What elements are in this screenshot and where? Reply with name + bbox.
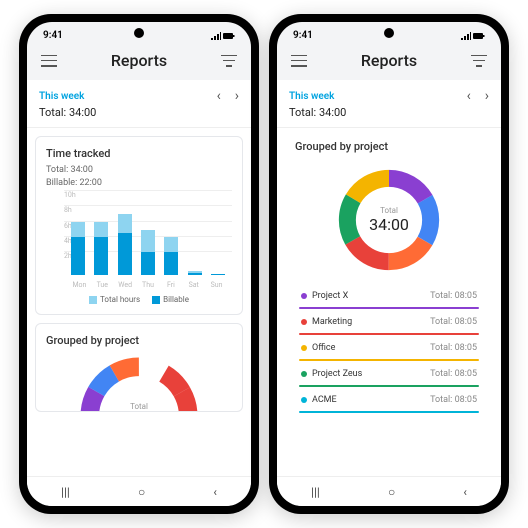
project-total: Total: 08:05: [430, 395, 477, 405]
project-row[interactable]: Office Total: 08:05: [299, 335, 479, 356]
time-tracked-card: Time tracked Total: 34:00 Billable: 22:0…: [35, 136, 243, 315]
app-header: Reports: [277, 43, 501, 80]
project-row[interactable]: Project Zeus Total: 08:05: [299, 361, 479, 382]
legend-billable: Billable: [152, 295, 189, 304]
prev-period-button[interactable]: ‹: [467, 88, 471, 104]
project-total: Total: 08:05: [430, 343, 477, 353]
half-donut: Total: [74, 351, 204, 411]
camera-dot: [384, 28, 394, 38]
battery-icon: [473, 32, 485, 40]
grouped-card-peek: Grouped by project Total: [35, 323, 243, 412]
x-labels: MonTueWedThuFriSatSun: [68, 281, 228, 289]
prev-period-button[interactable]: ‹: [217, 88, 221, 104]
donut-center: Total 34:00: [334, 165, 444, 275]
content-area: This week ‹ › Total: 34:00 Time tracked …: [27, 80, 251, 500]
half-donut-label: Total: [74, 402, 204, 411]
camera-dot: [134, 28, 144, 38]
project-name: Project Zeus: [312, 369, 362, 379]
donut-chart: Total 34:00: [334, 165, 444, 275]
menu-icon[interactable]: [41, 55, 57, 67]
project-dot: [301, 371, 307, 377]
project-underline: [299, 411, 479, 413]
legend-total: Total hours: [89, 295, 140, 304]
next-period-button[interactable]: ›: [235, 88, 239, 104]
project-list: Project X Total: 08:05 Marketing Total: …: [295, 283, 483, 413]
project-row[interactable]: Project X Total: 08:05: [299, 283, 479, 304]
signal-icon: [461, 32, 471, 40]
period-selector: This week ‹ ›: [27, 80, 251, 106]
project-total: Total: 08:05: [430, 369, 477, 379]
phone-left: 9:41 Reports This week ‹ › Total: 34:00 …: [19, 14, 259, 514]
project-row[interactable]: Marketing Total: 08:05: [299, 309, 479, 330]
nav-home[interactable]: ○: [138, 485, 145, 499]
project-name: ACME: [312, 395, 337, 405]
nav-recent[interactable]: |||: [311, 485, 320, 499]
card-title: Grouped by project: [295, 140, 483, 153]
phone-right: 9:41 Reports This week ‹ › Total: 34:00 …: [269, 14, 509, 514]
nav-home[interactable]: ○: [388, 485, 395, 499]
period-label[interactable]: This week: [39, 91, 84, 102]
project-name: Office: [312, 343, 335, 353]
chart-legend: Total hours Billable: [46, 295, 232, 304]
app-header: Reports: [27, 43, 251, 80]
android-navbar: ||| ○ ‹: [277, 476, 501, 506]
nav-recent[interactable]: |||: [61, 485, 70, 499]
status-icons: [461, 32, 485, 40]
grouped-card: Grouped by project Total: [285, 136, 493, 423]
status-time: 9:41: [293, 30, 313, 41]
status-time: 9:41: [43, 30, 63, 41]
project-name: Project X: [312, 291, 348, 301]
period-total: Total: 34:00: [27, 106, 251, 128]
filter-icon[interactable]: [471, 55, 487, 67]
screen-right: 9:41 Reports This week ‹ › Total: 34:00 …: [277, 22, 501, 506]
card-title: Grouped by project: [46, 334, 232, 347]
status-icons: [211, 32, 235, 40]
battery-icon: [223, 32, 235, 40]
screen-left: 9:41 Reports This week ‹ › Total: 34:00 …: [27, 22, 251, 506]
donut-center-label: Total: [380, 206, 398, 215]
project-dot: [301, 319, 307, 325]
next-period-button[interactable]: ›: [485, 88, 489, 104]
project-name: Marketing: [312, 317, 352, 327]
signal-icon: [211, 32, 221, 40]
project-dot: [301, 397, 307, 403]
nav-back[interactable]: ‹: [463, 485, 467, 499]
menu-icon[interactable]: [291, 55, 307, 67]
project-total: Total: 08:05: [430, 291, 477, 301]
card-title: Time tracked: [46, 147, 232, 160]
project-row[interactable]: ACME Total: 08:05: [299, 387, 479, 408]
nav-back[interactable]: ‹: [213, 485, 217, 499]
project-dot: [301, 293, 307, 299]
bars: [68, 199, 228, 275]
period-total: Total: 34:00: [277, 106, 501, 128]
period-label[interactable]: This week: [289, 91, 334, 102]
project-dot: [301, 345, 307, 351]
page-title: Reports: [361, 51, 417, 70]
content-area: This week ‹ › Total: 34:00 Grouped by pr…: [277, 80, 501, 500]
android-navbar: ||| ○ ‹: [27, 476, 251, 506]
page-title: Reports: [111, 51, 167, 70]
bar-chart: 10h 8h 6h 4h 2h MonTueWedThuFriSatSun: [46, 199, 232, 289]
filter-icon[interactable]: [221, 55, 237, 67]
period-selector: This week ‹ ›: [277, 80, 501, 106]
time-total: Total: 34:00: [46, 164, 232, 177]
time-billable: Billable: 22:00: [46, 177, 232, 190]
project-total: Total: 08:05: [430, 317, 477, 327]
donut-center-value: 34:00: [369, 215, 409, 234]
